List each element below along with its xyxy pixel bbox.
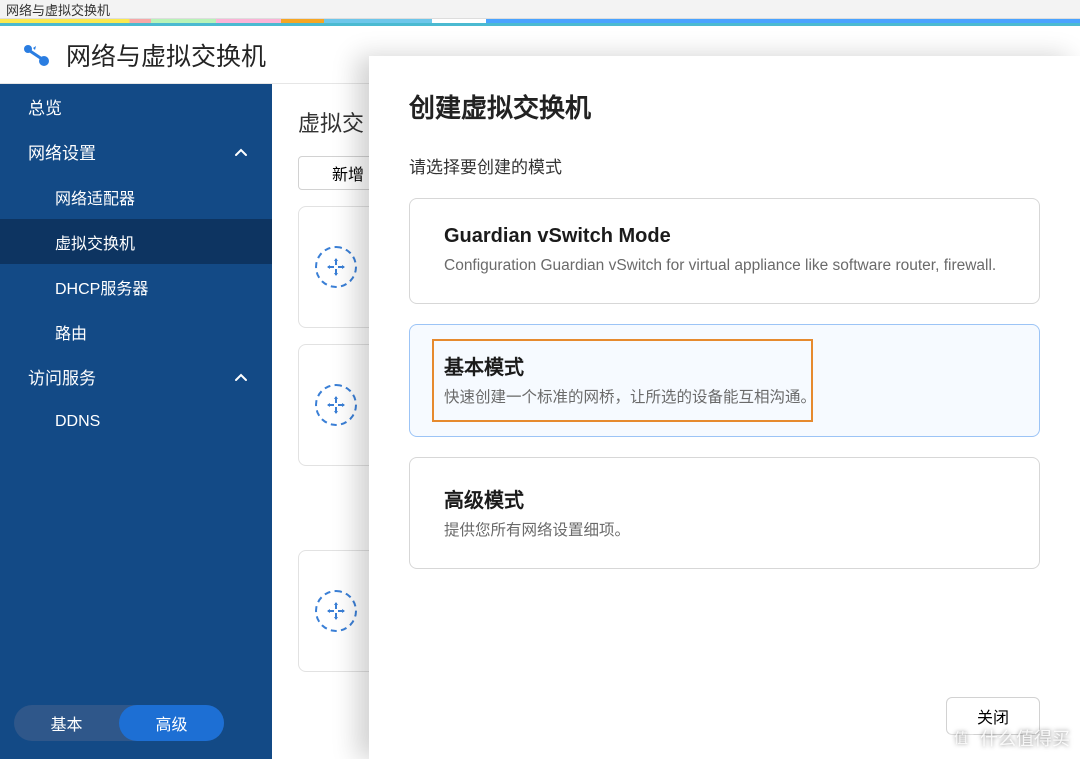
sidebar-item-label: 虚拟交换机 <box>55 230 135 254</box>
network-node-icon <box>315 384 357 426</box>
option-desc: Configuration Guardian vSwitch for virtu… <box>444 254 1005 277</box>
chevron-up-icon <box>234 370 248 384</box>
sidebar-item-network-settings[interactable]: 网络设置 <box>0 129 272 174</box>
option-title: 基本模式 <box>444 351 1005 380</box>
modal-prompt: 请选择要创建的模式 <box>409 153 1040 178</box>
add-button-label: 新增 <box>332 161 364 185</box>
toggle-basic-button[interactable]: 基本 <box>14 705 119 741</box>
sidebar-item-overview[interactable]: 总览 <box>0 84 272 129</box>
close-button-label: 关闭 <box>977 710 1009 727</box>
option-desc: 快速创建一个标准的网桥，让所选的设备能互相沟通。 <box>444 386 1005 409</box>
network-switch-icon <box>22 40 52 70</box>
sidebar-item-label: 路由 <box>55 320 87 344</box>
sidebar-item-label: DHCP服务器 <box>55 275 148 299</box>
app-title: 网络与虚拟交换机 <box>66 37 266 73</box>
sidebar-item-access-services[interactable]: 访问服务 <box>0 354 272 399</box>
sidebar-item-label: DDNS <box>55 413 100 431</box>
sidebar-item-routing[interactable]: 路由 <box>0 309 272 354</box>
window-chrome-title: 网络与虚拟交换机 <box>0 0 1080 19</box>
network-node-icon <box>315 246 357 288</box>
modal-footer: 关闭 <box>409 679 1040 735</box>
sidebar-item-label: 网络适配器 <box>55 185 135 209</box>
mode-toggle: 基本 高级 <box>14 705 224 741</box>
sidebar-item-dhcp[interactable]: DHCP服务器 <box>0 264 272 309</box>
create-vswitch-modal: 创建虚拟交换机 请选择要创建的模式 Guardian vSwitch Mode … <box>369 56 1080 759</box>
toggle-label: 基本 <box>50 711 82 735</box>
sidebar-item-label: 访问服务 <box>28 364 96 389</box>
option-basic-mode[interactable]: 基本模式 快速创建一个标准的网桥，让所选的设备能互相沟通。 <box>409 324 1040 436</box>
sidebar-item-label: 网络设置 <box>28 139 96 164</box>
modal-title: 创建虚拟交换机 <box>409 88 1040 125</box>
network-node-icon <box>315 590 357 632</box>
sidebar-item-ddns[interactable]: DDNS <box>0 399 272 444</box>
option-guardian-mode[interactable]: Guardian vSwitch Mode Configuration Guar… <box>409 198 1040 304</box>
sidebar-item-label: 总览 <box>28 94 62 119</box>
toggle-advanced-button[interactable]: 高级 <box>119 705 224 741</box>
close-button[interactable]: 关闭 <box>946 697 1040 735</box>
sidebar-item-adapters[interactable]: 网络适配器 <box>0 174 272 219</box>
option-title: Guardian vSwitch Mode <box>444 225 1005 248</box>
sidebar-item-virtual-switch[interactable]: 虚拟交换机 <box>0 219 272 264</box>
option-advanced-mode[interactable]: 高级模式 提供您所有网络设置细项。 <box>409 457 1040 569</box>
window-title-text: 网络与虚拟交换机 <box>6 0 110 19</box>
sidebar: 总览 网络设置 网络适配器 虚拟交换机 DHCP服务器 路由 访问服务 <box>0 84 272 759</box>
toggle-label: 高级 <box>155 711 187 735</box>
chevron-up-icon <box>234 145 248 159</box>
option-title: 高级模式 <box>444 484 1005 513</box>
option-desc: 提供您所有网络设置细项。 <box>444 519 1005 542</box>
